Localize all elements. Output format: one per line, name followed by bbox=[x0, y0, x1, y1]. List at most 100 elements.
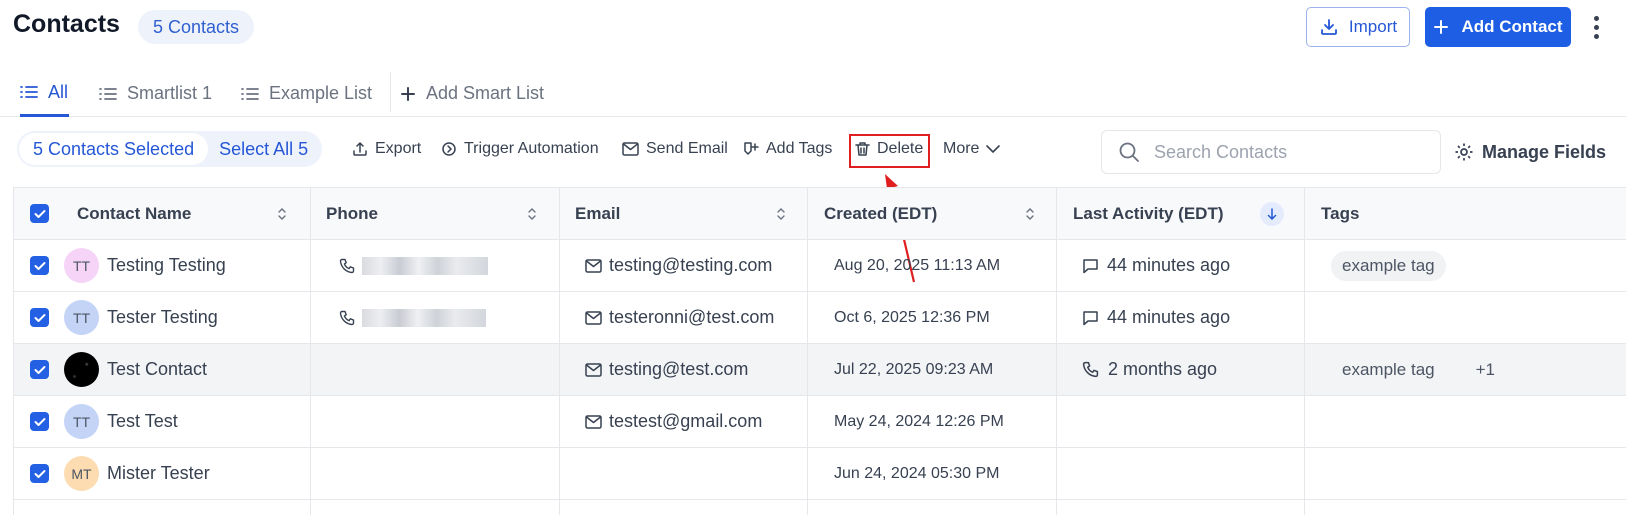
message-icon bbox=[1083, 258, 1098, 273]
sort-icon[interactable] bbox=[1025, 206, 1035, 222]
sort-descending-icon[interactable] bbox=[1260, 202, 1284, 226]
add-smart-list-label: Add Smart List bbox=[426, 83, 545, 103]
contact-name[interactable]: Test Test bbox=[107, 411, 178, 432]
last-activity-cell: 2 months ago bbox=[1082, 344, 1217, 395]
trigger-automation-button[interactable]: Trigger Automation bbox=[441, 133, 599, 165]
contact-name[interactable]: Mister Tester bbox=[107, 463, 210, 484]
last-activity-value: 44 minutes ago bbox=[1107, 255, 1231, 275]
sort-icon[interactable] bbox=[277, 206, 287, 222]
column-header-created[interactable]: Created (EDT) bbox=[824, 188, 937, 239]
contact-name-cell[interactable]: TT Testing Testing bbox=[64, 240, 226, 291]
search-icon bbox=[1119, 142, 1139, 162]
list-icon bbox=[99, 87, 117, 100]
phone-cell bbox=[339, 240, 488, 291]
add-smart-list-button[interactable]: Add Smart List bbox=[400, 70, 544, 117]
tag-chip[interactable]: example tag bbox=[1331, 355, 1446, 385]
row-checkbox[interactable] bbox=[30, 396, 49, 447]
contact-name[interactable]: Testing Testing bbox=[107, 255, 226, 276]
add-contact-label: Add Contact bbox=[1461, 17, 1563, 36]
select-all-button[interactable]: Select All 5 bbox=[208, 139, 322, 160]
table-row[interactable]: TT Tester Testing testeronni@test.com Oc… bbox=[14, 292, 1626, 344]
column-header-phone[interactable]: Phone bbox=[326, 188, 378, 239]
tags-cell: example tag +1 bbox=[1331, 344, 1495, 395]
email-cell: testeronni@test.com bbox=[585, 292, 774, 343]
mail-icon bbox=[622, 142, 639, 156]
import-label: Import bbox=[1348, 17, 1398, 36]
redacted-phone bbox=[362, 256, 488, 275]
message-icon bbox=[1083, 310, 1098, 325]
contact-name[interactable]: Tester Testing bbox=[107, 307, 218, 328]
tab-divider bbox=[390, 72, 391, 112]
add-tags-button[interactable]: Add Tags bbox=[743, 133, 832, 165]
export-icon bbox=[353, 142, 367, 156]
more-options-icon[interactable] bbox=[1586, 10, 1606, 44]
plus-icon bbox=[401, 86, 415, 101]
mail-icon bbox=[585, 414, 602, 429]
tab-label: All bbox=[48, 81, 69, 102]
contacts-count-badge: 5 Contacts bbox=[138, 10, 255, 44]
sort-icon[interactable] bbox=[776, 206, 786, 222]
last-activity-cell: 44 minutes ago bbox=[1082, 292, 1230, 343]
select-all-checkbox[interactable] bbox=[30, 188, 49, 239]
tags-cell: example tag bbox=[1331, 240, 1446, 291]
avatar bbox=[64, 352, 99, 387]
row-checkbox[interactable] bbox=[30, 240, 49, 291]
search-placeholder: Search Contacts bbox=[1154, 141, 1288, 162]
last-activity-cell: 44 minutes ago bbox=[1082, 240, 1230, 291]
column-header-last-activity[interactable]: Last Activity (EDT) bbox=[1073, 188, 1224, 239]
column-divider bbox=[1056, 188, 1057, 515]
table-row[interactable]: MT Mister Tester Jun 24, 2024 05:30 PM bbox=[14, 448, 1626, 500]
tag-chip[interactable]: example tag bbox=[1331, 250, 1446, 281]
more-dropdown[interactable]: More bbox=[943, 133, 1001, 165]
contact-name-cell[interactable]: TT Tester Testing bbox=[64, 292, 218, 343]
phone-icon bbox=[339, 310, 355, 325]
selected-count: 5 Contacts Selected bbox=[19, 133, 209, 165]
more-label: More bbox=[943, 140, 980, 157]
column-header-tags[interactable]: Tags bbox=[1321, 188, 1359, 239]
column-header-email[interactable]: Email bbox=[575, 188, 620, 239]
email-value: testing@testing.com bbox=[609, 255, 773, 275]
list-icon bbox=[241, 87, 259, 100]
mail-icon bbox=[585, 362, 602, 377]
page-header: Contacts 5 Contacts Import Add Contact bbox=[0, 0, 1626, 54]
redacted-phone bbox=[362, 308, 486, 327]
add-tags-label: Add Tags bbox=[766, 140, 833, 157]
send-email-button[interactable]: Send Email bbox=[622, 133, 728, 165]
more-tags-count[interactable]: +1 bbox=[1476, 360, 1495, 380]
sort-icon[interactable] bbox=[527, 206, 537, 222]
export-label: Export bbox=[375, 140, 422, 157]
contacts-table: Contact Name Phone Email Created (EDT) L… bbox=[13, 187, 1626, 515]
row-checkbox[interactable] bbox=[30, 344, 49, 395]
last-activity-value: 2 months ago bbox=[1108, 359, 1218, 379]
list-tabs: All Smartlist 1 Example List Add Smart L… bbox=[0, 70, 1626, 117]
search-contacts-input[interactable]: Search Contacts bbox=[1101, 130, 1441, 174]
manage-fields-button[interactable]: Manage Fields bbox=[1454, 135, 1606, 169]
tab-smartlist-1[interactable]: Smartlist 1 bbox=[99, 70, 212, 117]
phone-icon bbox=[1082, 361, 1099, 378]
avatar: TT bbox=[64, 300, 99, 335]
automation-icon bbox=[442, 142, 456, 156]
contact-name-cell[interactable]: MT Mister Tester bbox=[64, 448, 210, 499]
created-cell: Jul 22, 2025 09:23 AM bbox=[834, 360, 994, 378]
created-cell: May 24, 2024 12:26 PM bbox=[834, 412, 1004, 430]
export-button[interactable]: Export bbox=[352, 133, 421, 165]
avatar: TT bbox=[64, 248, 99, 283]
tab-all[interactable]: All bbox=[20, 70, 70, 117]
table-row[interactable]: TT Testing Testing testing@testing.com A… bbox=[14, 240, 1626, 292]
column-header-name[interactable]: Contact Name bbox=[77, 188, 191, 239]
column-divider bbox=[310, 188, 311, 515]
table-row[interactable]: Test Contact testing@test.com Jul 22, 20… bbox=[14, 344, 1626, 396]
contact-name-cell[interactable]: Test Contact bbox=[64, 344, 207, 395]
contact-name-cell[interactable]: TT Test Test bbox=[64, 396, 178, 447]
row-checkbox[interactable] bbox=[30, 448, 49, 499]
tab-example-list[interactable]: Example List bbox=[241, 70, 372, 117]
phone-icon bbox=[339, 258, 355, 273]
add-contact-button[interactable]: Add Contact bbox=[1425, 7, 1571, 47]
avatar: TT bbox=[64, 404, 99, 439]
contact-name[interactable]: Test Contact bbox=[107, 359, 207, 380]
gear-icon bbox=[1455, 143, 1473, 161]
import-button[interactable]: Import bbox=[1306, 7, 1410, 47]
row-checkbox[interactable] bbox=[30, 292, 49, 343]
table-row[interactable]: TT Test Test testest@gmail.com May 24, 2… bbox=[14, 396, 1626, 448]
email-cell: testest@gmail.com bbox=[585, 396, 762, 447]
